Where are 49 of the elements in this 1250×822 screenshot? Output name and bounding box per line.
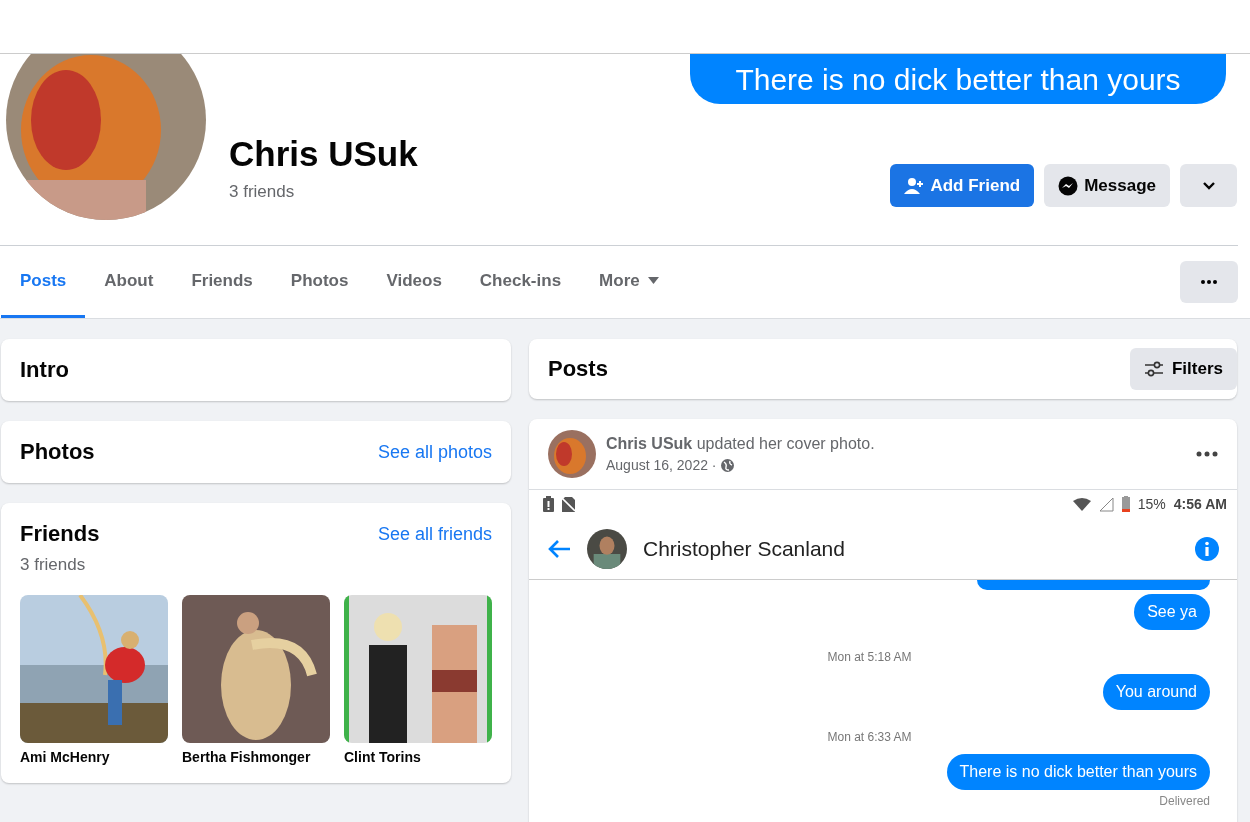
profile-tab[interactable]: About xyxy=(85,246,173,318)
cover-message-bubble: There is no dick better than yours xyxy=(690,54,1226,104)
see-all-photos-link[interactable]: See all photos xyxy=(377,441,492,463)
chevron-down-icon xyxy=(1201,181,1216,190)
battery-icon xyxy=(1121,496,1130,512)
card-title: Friends xyxy=(20,521,100,547)
info-icon[interactable] xyxy=(1195,536,1219,561)
caret-icon xyxy=(647,277,659,284)
card-title: Intro xyxy=(20,357,69,382)
clock-time: 4:56 AM xyxy=(1173,496,1227,512)
profile-tab[interactable]: Posts xyxy=(1,246,86,318)
sliders-icon xyxy=(1143,361,1164,377)
friend-name[interactable]: Clint Torins xyxy=(344,749,492,765)
globe-icon xyxy=(720,458,734,472)
delivery-status: Delivered xyxy=(1159,794,1210,808)
contact-name: Christopher Scanland xyxy=(643,536,845,561)
more-icon[interactable] xyxy=(1196,451,1218,457)
add-friend-button[interactable]: Add Friend xyxy=(890,164,1035,207)
friend-name[interactable]: Ami McHenry xyxy=(20,749,168,765)
profile-tab[interactable]: Check-ins xyxy=(460,246,581,318)
card-title: Posts xyxy=(548,356,608,382)
profile-tab[interactable]: Videos xyxy=(367,246,461,318)
wifi-icon xyxy=(1072,497,1091,511)
profile-tab[interactable]: Photos xyxy=(271,246,368,318)
profile-tab[interactable]: Friends xyxy=(172,246,272,318)
no-sim-icon xyxy=(562,496,575,512)
friends-count[interactable]: 3 friends xyxy=(229,182,418,202)
message-bubble: See ya xyxy=(1134,594,1210,630)
messenger-icon xyxy=(1058,175,1079,196)
filters-button[interactable]: Filters xyxy=(1129,348,1237,390)
message-timestamp: Mon at 5:18 AM xyxy=(827,650,912,664)
profile-tab[interactable]: More xyxy=(580,246,678,318)
post-title: Chris USuk updated her cover photo. xyxy=(606,435,875,453)
post-date[interactable]: August 16, 2022 · xyxy=(606,457,717,473)
message-button[interactable]: Message xyxy=(1044,164,1170,207)
add-person-icon xyxy=(904,176,925,195)
profile-name: Chris USuk xyxy=(229,134,418,174)
friends-count: 3 friends xyxy=(20,555,86,574)
friend-name[interactable]: Bertha Fishmonger xyxy=(182,749,330,765)
signal-icon xyxy=(1098,496,1114,512)
message-bubble: You around xyxy=(1102,674,1210,710)
card-title: Photos xyxy=(20,439,95,465)
message-timestamp: Mon at 6:33 AM xyxy=(827,730,912,744)
message-bubble: There is no dick better than yours xyxy=(946,754,1210,790)
dots-icon xyxy=(1201,280,1217,284)
battery-percent: 15% xyxy=(1137,496,1166,512)
see-all-friends-link[interactable]: See all friends xyxy=(377,523,492,545)
battery-alert-icon xyxy=(543,496,554,512)
back-arrow-icon[interactable] xyxy=(547,538,571,559)
